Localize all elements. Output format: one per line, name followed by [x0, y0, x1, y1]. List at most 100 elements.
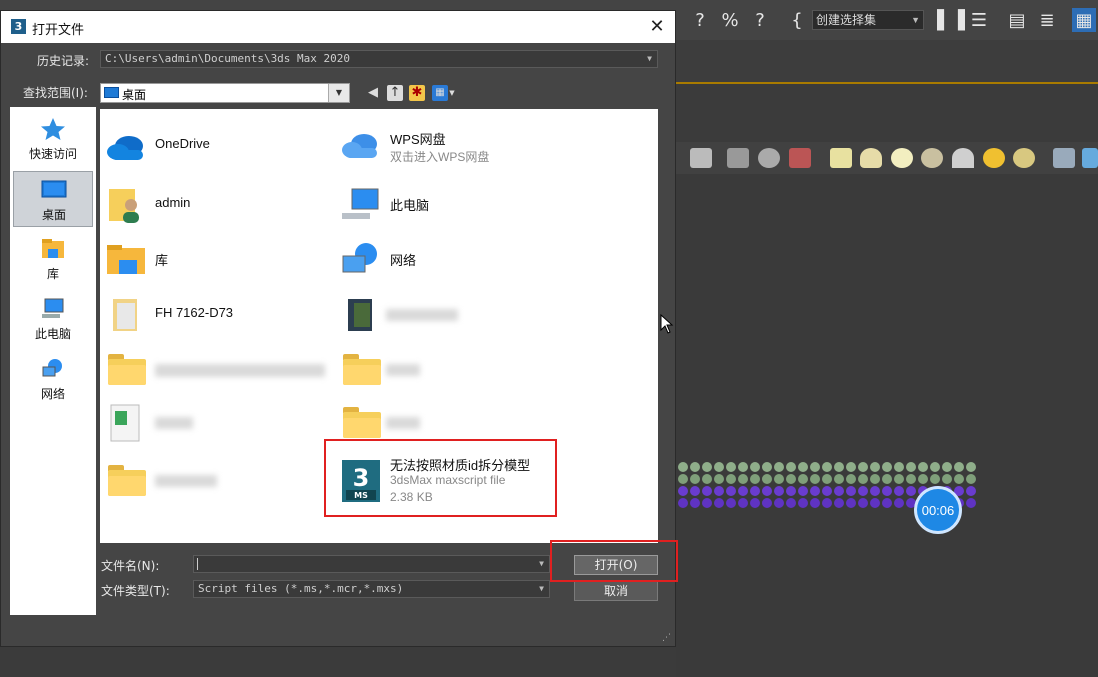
- dialog-titlebar[interactable]: 3 打开文件 ✕: [1, 11, 675, 43]
- close-icon[interactable]: ✕: [645, 15, 669, 39]
- redacted-name: [386, 417, 420, 429]
- spot-light-icon[interactable]: [952, 148, 974, 168]
- redacted-name: [155, 417, 193, 429]
- app-active-line: [676, 82, 1098, 84]
- list-item-wps[interactable]: WPS网盘 双击进入WPS网盘: [340, 122, 590, 172]
- redacted-name: [155, 475, 217, 487]
- list-item-redacted-file[interactable]: [105, 399, 325, 449]
- list-item-redacted[interactable]: [340, 291, 560, 341]
- place-this-pc[interactable]: 此电脑: [13, 291, 93, 347]
- sphere-object: [834, 474, 844, 484]
- align-icon[interactable]: ☰: [968, 8, 990, 32]
- sky-light-icon[interactable]: [1013, 148, 1035, 168]
- viewport[interactable]: [676, 174, 1098, 677]
- item-name: admin: [155, 195, 191, 210]
- sphere-object: [786, 498, 796, 508]
- folder-icon: [343, 407, 381, 438]
- place-network[interactable]: 网络: [13, 351, 93, 407]
- sphere-object: [918, 462, 928, 472]
- sphere-object: [774, 462, 784, 472]
- selection-set-dropdown[interactable]: 创建选择集 ▼: [812, 10, 924, 30]
- cancel-button[interactable]: 取消: [574, 581, 658, 601]
- chevron-down-icon[interactable]: ▼: [448, 85, 456, 101]
- sphere-object: [690, 474, 700, 484]
- place-library[interactable]: 库: [13, 231, 93, 287]
- ies-light-icon[interactable]: [921, 148, 943, 168]
- scale-icon[interactable]: ?: [688, 8, 712, 32]
- layer-explorer-icon[interactable]: ▤: [1006, 8, 1028, 32]
- sphere-object: [690, 486, 700, 496]
- sphere-object: [858, 498, 868, 508]
- list-item-redacted-folder[interactable]: [340, 346, 560, 396]
- helper-icon[interactable]: [1082, 148, 1098, 168]
- place-label: 库: [46, 267, 59, 281]
- place-label: 网络: [40, 387, 65, 401]
- mirror-icon[interactable]: ▌▐: [937, 8, 965, 32]
- edit-named-selection-icon[interactable]: {: [786, 8, 808, 32]
- desktop-icon: [104, 87, 119, 98]
- list-item-redacted-folder[interactable]: [105, 457, 325, 507]
- sphere-object: [870, 486, 880, 496]
- item-name: FH 7162-D73: [155, 305, 234, 320]
- list-item-this-pc[interactable]: 此电脑: [340, 181, 560, 231]
- look-in-dropdown[interactable]: 桌面 ▼: [100, 83, 350, 103]
- item-name: 此电脑: [390, 198, 430, 213]
- filename-input[interactable]: ▼: [193, 555, 550, 573]
- resize-grip-icon[interactable]: ⋰: [662, 633, 671, 643]
- sphere-object: [702, 474, 712, 484]
- sphere-object: [774, 486, 784, 496]
- sphere-object: [678, 474, 688, 484]
- video-camera-icon[interactable]: [727, 148, 749, 168]
- place-quick-access[interactable]: 快速访问: [13, 111, 93, 167]
- sphere-object: [762, 486, 772, 496]
- sphere-object: [702, 462, 712, 472]
- list-item-network[interactable]: 网络: [340, 236, 560, 286]
- view-menu-icon[interactable]: ▦: [432, 85, 448, 101]
- sphere-object: [798, 474, 808, 484]
- layers-icon[interactable]: ≣: [1036, 8, 1058, 32]
- back-arrow-icon[interactable]: ◀: [365, 85, 381, 101]
- sphere-object: [678, 462, 688, 472]
- green-sphere-row-1: [678, 462, 976, 472]
- chevron-down-icon: ▼: [647, 54, 652, 63]
- history-dropdown[interactable]: C:\Users\admin\Documents\3ds Max 2020 ▼: [100, 50, 658, 68]
- sphere-object: [870, 462, 880, 472]
- spreadsheet-icon: [110, 404, 140, 442]
- camera-icon[interactable]: [690, 148, 712, 168]
- chevron-down-icon[interactable]: ▼: [328, 84, 349, 102]
- cloud-icon: [107, 136, 143, 160]
- filetype-dropdown[interactable]: Script files (*.ms,*.mcr,*.mxs) ▼: [193, 580, 550, 598]
- up-folder-icon[interactable]: ↑: [387, 85, 403, 101]
- library-icon: [107, 245, 145, 274]
- new-folder-icon[interactable]: ✱: [409, 85, 425, 101]
- ribbon-toggle-icon[interactable]: ▦: [1072, 8, 1096, 32]
- annotation-highlight-file: [324, 439, 557, 517]
- sphere-object: [738, 462, 748, 472]
- film-camera-icon[interactable]: [789, 148, 811, 168]
- spinner-snap-icon[interactable]: ?: [748, 8, 772, 32]
- item-subtitle: 双击进入WPS网盘: [390, 150, 490, 164]
- target-camera-icon[interactable]: [758, 148, 780, 168]
- user-folder-icon: [109, 189, 139, 223]
- sphere-object: [714, 474, 724, 484]
- sphere-object: [678, 486, 688, 496]
- list-item-library[interactable]: 库: [105, 236, 325, 286]
- percent-snap-icon[interactable]: %: [718, 8, 742, 32]
- sphere-object: [822, 486, 832, 496]
- plane-light-icon[interactable]: [830, 148, 852, 168]
- list-item-onedrive[interactable]: OneDrive: [105, 122, 325, 172]
- history-value: C:\Users\admin\Documents\3ds Max 2020: [105, 52, 351, 65]
- sphere-object: [786, 474, 796, 484]
- sphere-object: [762, 462, 772, 472]
- sphere-object: [858, 486, 868, 496]
- particle-icon[interactable]: [1053, 148, 1075, 168]
- list-item-redacted-folder[interactable]: [105, 346, 335, 396]
- computer-icon: [42, 298, 64, 318]
- sphere-light-icon[interactable]: [891, 148, 913, 168]
- sphere-object: [750, 462, 760, 472]
- sun-icon[interactable]: [983, 148, 1005, 168]
- dome-light-icon[interactable]: [860, 148, 882, 168]
- list-item-fh-folder[interactable]: FH 7162-D73: [105, 291, 325, 341]
- place-desktop[interactable]: 桌面: [13, 171, 93, 227]
- list-item-admin[interactable]: admin: [105, 181, 325, 231]
